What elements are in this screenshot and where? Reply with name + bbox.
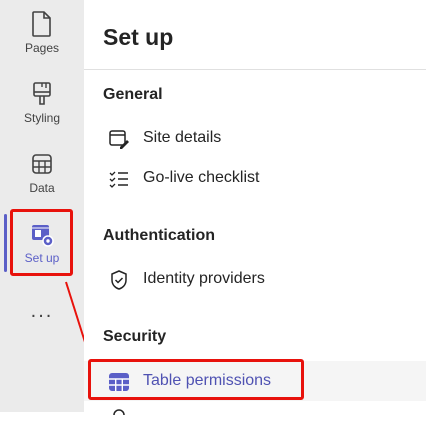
rail-item-label: Pages: [24, 41, 60, 55]
nav-item-go-live-checklist[interactable]: Go-live checklist: [84, 158, 426, 198]
rail-item-pages[interactable]: Pages: [0, 10, 84, 74]
data-icon: [30, 152, 54, 178]
shield-check-icon: [108, 269, 130, 291]
page-title: Set up: [103, 24, 174, 50]
section-heading-general: General: [103, 86, 163, 103]
rail-item-styling[interactable]: Styling: [0, 80, 84, 144]
annotation-highlight-table-permissions: [88, 359, 304, 400]
annotation-highlight-setup: [10, 209, 73, 276]
nav-item-label: Site details: [143, 129, 222, 146]
section-heading-security: Security: [103, 328, 167, 345]
nav-item-site-details[interactable]: Site details: [84, 118, 426, 158]
pages-icon: [30, 10, 54, 38]
site-details-icon: [108, 128, 130, 150]
styling-icon: [30, 80, 54, 108]
section-heading-authentication: Authentication: [103, 227, 215, 244]
rail-item-label: Styling: [23, 111, 61, 125]
nav-item-label: Go-live checklist: [143, 169, 260, 186]
nav-item-identity-providers[interactable]: Identity providers: [84, 259, 426, 299]
rail-item-data[interactable]: Data: [0, 152, 84, 216]
checklist-icon: [108, 168, 130, 190]
divider: [84, 69, 426, 70]
nav-item-label: Identity providers: [143, 270, 265, 287]
partial-icon: [108, 404, 130, 422]
setup-panel: Set up General Site details Go-live chec…: [84, 0, 426, 416]
rail-item-label: Data: [29, 181, 55, 195]
